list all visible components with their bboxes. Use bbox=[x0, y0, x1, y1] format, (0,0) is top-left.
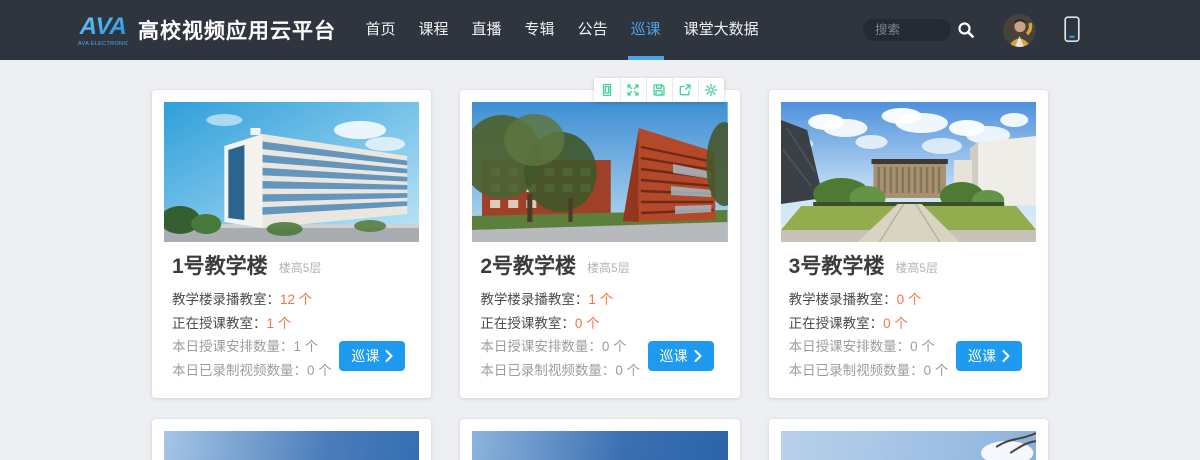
fullscreen-icon[interactable] bbox=[620, 78, 646, 102]
patrol-button[interactable]: 巡课 bbox=[339, 341, 405, 371]
building-floors: 楼高5层 bbox=[279, 259, 322, 279]
navbar: AVA AVA ELECTRONICS 高校视频应用云平台 首页 课程 直播 专… bbox=[0, 0, 1200, 60]
main-nav: 首页 课程 直播 专辑 公告 巡课 课堂大数据 bbox=[354, 0, 770, 60]
chevron-right-icon bbox=[1002, 350, 1010, 362]
avatar-image bbox=[1003, 14, 1036, 47]
phone-icon bbox=[1062, 16, 1082, 44]
ava-logo-icon: AVA AVA ELECTRONICS bbox=[74, 8, 128, 52]
navbar-right bbox=[863, 14, 1082, 47]
brand: AVA AVA ELECTRONICS 高校视频应用云平台 bbox=[74, 8, 336, 52]
building-photo-5[interactable] bbox=[472, 431, 727, 460]
buildings-row-2 bbox=[152, 419, 1048, 460]
share-icon[interactable] bbox=[672, 78, 698, 102]
building-photo-4[interactable] bbox=[164, 431, 419, 460]
building-photo-1[interactable] bbox=[164, 102, 419, 242]
card-hover-toolbar bbox=[594, 78, 724, 102]
nav-item-courses[interactable]: 课程 bbox=[418, 0, 450, 60]
nav-item-live[interactable]: 直播 bbox=[471, 0, 503, 60]
user-avatar[interactable] bbox=[1003, 14, 1036, 47]
building-card-2: 2号教学楼 楼高5层 教学楼录播教室：1 个 正在授课教室：0 个 本日授课安排… bbox=[460, 90, 739, 398]
patrol-button[interactable]: 巡课 bbox=[648, 341, 714, 371]
building-photo-6[interactable] bbox=[781, 431, 1036, 460]
chevron-right-icon bbox=[385, 350, 393, 362]
platform-title: 高校视频应用云平台 bbox=[138, 15, 336, 45]
building-card-3: 3号教学楼 楼高5层 教学楼录播教室：0 个 正在授课教室：0 个 本日授课安排… bbox=[769, 90, 1048, 398]
logo-caption: AVA ELECTRONICS bbox=[78, 41, 128, 47]
building-card-1: 1号教学楼 楼高5层 教学楼录播教室：12 个 正在授课教室：1 个 本日授课安… bbox=[152, 90, 431, 398]
building-card-5 bbox=[460, 419, 739, 460]
building-card-4 bbox=[152, 419, 431, 460]
building-photo-2[interactable] bbox=[472, 102, 727, 242]
nav-item-home[interactable]: 首页 bbox=[365, 0, 397, 60]
chevron-right-icon bbox=[694, 350, 702, 362]
building-floors: 楼高5层 bbox=[895, 259, 938, 279]
stat-teaching-rooms: 正在授课教室：1 个 bbox=[172, 312, 411, 336]
patrol-button[interactable]: 巡课 bbox=[956, 341, 1022, 371]
settings-icon[interactable] bbox=[698, 78, 724, 102]
search-input[interactable] bbox=[863, 19, 951, 41]
nav-item-patrol[interactable]: 巡课 bbox=[630, 0, 662, 60]
nav-item-announcements[interactable]: 公告 bbox=[577, 0, 609, 60]
nav-item-albums[interactable]: 专辑 bbox=[524, 0, 556, 60]
building-title: 1号教学楼 bbox=[172, 255, 268, 279]
building-card-6 bbox=[769, 419, 1048, 460]
buildings-row-1: 1号教学楼 楼高5层 教学楼录播教室：12 个 正在授课教室：1 个 本日授课安… bbox=[152, 90, 1048, 398]
logo-text: AVA bbox=[77, 13, 128, 40]
nav-item-classroom-bigdata[interactable]: 课堂大数据 bbox=[683, 0, 760, 60]
search-icon bbox=[957, 21, 975, 39]
page-content: 1号教学楼 楼高5层 教学楼录播教室：12 个 正在授课教室：1 个 本日授课安… bbox=[152, 90, 1048, 460]
save-icon[interactable] bbox=[646, 78, 672, 102]
building-photo-3[interactable] bbox=[781, 102, 1036, 242]
building-title: 3号教学楼 bbox=[789, 255, 885, 279]
building-title: 2号教学楼 bbox=[480, 255, 576, 279]
building-floors: 楼高5层 bbox=[587, 259, 630, 279]
mobile-app-button[interactable] bbox=[1062, 16, 1082, 44]
stat-recording-rooms: 教学楼录播教室：0 个 bbox=[789, 288, 1028, 312]
tablet-icon[interactable] bbox=[594, 78, 620, 102]
stat-teaching-rooms: 正在授课教室：0 个 bbox=[789, 312, 1028, 336]
stat-recording-rooms: 教学楼录播教室：12 个 bbox=[172, 288, 411, 312]
stat-recording-rooms: 教学楼录播教室：1 个 bbox=[480, 288, 719, 312]
search-button[interactable] bbox=[957, 21, 975, 39]
stat-teaching-rooms: 正在授课教室：0 个 bbox=[480, 312, 719, 336]
